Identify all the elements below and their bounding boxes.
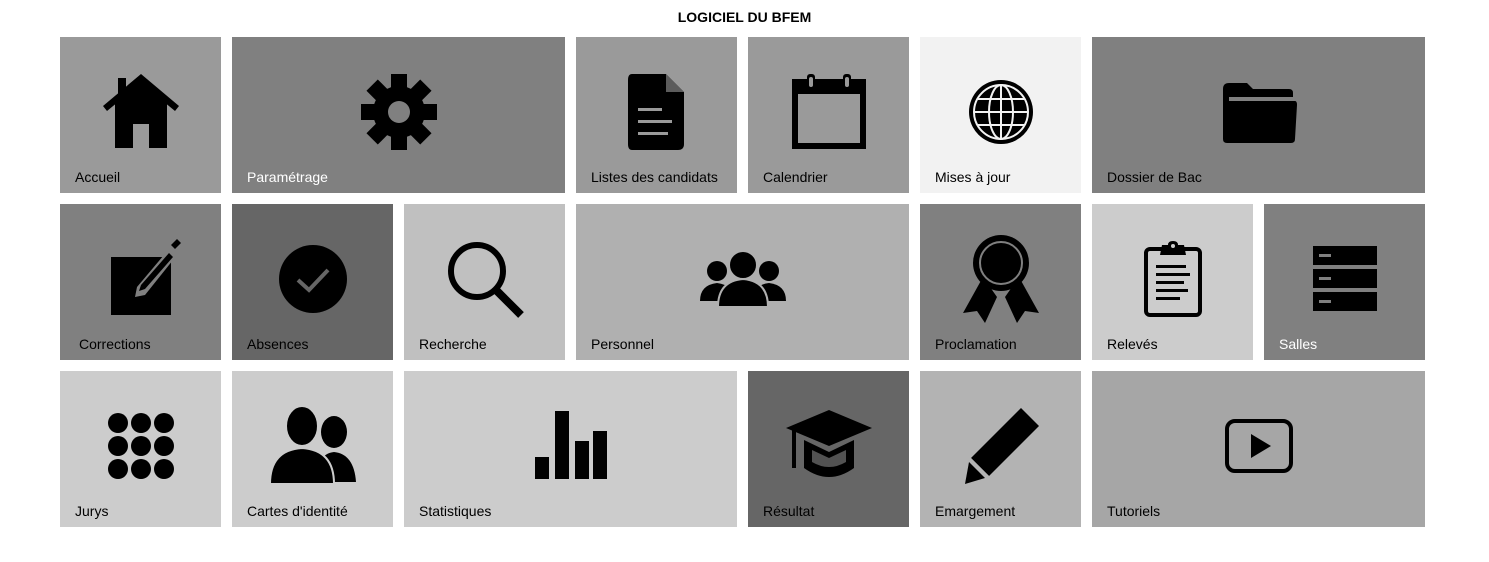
tile-label: Paramétrage <box>247 169 328 185</box>
tile-releves[interactable]: Relevés <box>1092 204 1253 360</box>
server-icon <box>1264 204 1425 354</box>
tile-recherche[interactable]: Recherche <box>404 204 565 360</box>
check-circle-icon <box>232 204 393 354</box>
tile-label: Personnel <box>591 336 655 352</box>
home-icon <box>60 37 221 187</box>
search-icon <box>404 204 565 354</box>
folder-icon <box>1092 37 1425 187</box>
tile-label: Accueil <box>75 169 121 185</box>
tile-accueil[interactable]: Accueil <box>60 37 221 193</box>
tile-label: Cartes d'identité <box>247 503 348 519</box>
tile-label: Proclamation <box>935 336 1017 352</box>
bar-chart-icon <box>404 371 737 521</box>
tile-parametrage[interactable]: Paramétrage <box>232 37 565 193</box>
id-people-icon <box>232 371 393 521</box>
tile-personnel[interactable]: Personnel <box>576 204 909 360</box>
tile-mises-a-jour[interactable]: Mises à jour <box>920 37 1081 193</box>
tile-dossier-de-bac[interactable]: Dossier de Bac <box>1092 37 1425 193</box>
pencil-icon <box>920 371 1081 521</box>
tile-label: Jurys <box>75 503 109 519</box>
tile-label: Recherche <box>419 336 487 352</box>
users-icon <box>576 204 909 354</box>
tile-label: Calendrier <box>763 169 828 185</box>
globe-icon <box>920 37 1081 187</box>
clipboard-icon <box>1092 204 1253 354</box>
award-icon <box>920 204 1081 354</box>
tile-absences[interactable]: Absences <box>232 204 393 360</box>
tile-calendrier[interactable]: Calendrier <box>748 37 909 193</box>
tile-label: Tutoriels <box>1107 503 1161 519</box>
tile-statistiques[interactable]: Statistiques <box>404 371 737 527</box>
tile-resultat[interactable]: Résultat <box>748 371 909 527</box>
dots-grid-icon <box>60 371 221 521</box>
calendar-icon <box>748 37 909 187</box>
tile-label: Absences <box>247 336 309 352</box>
tile-proclamation[interactable]: Proclamation <box>920 204 1081 360</box>
edit-icon <box>60 204 221 354</box>
play-video-icon <box>1092 371 1425 521</box>
tile-label: Résultat <box>763 503 815 519</box>
tile-label: Salles <box>1279 336 1318 352</box>
tile-label: Listes des candidats <box>591 169 718 185</box>
document-icon <box>576 37 737 187</box>
tile-cartes-identite[interactable]: Cartes d'identité <box>232 371 393 527</box>
gear-icon <box>232 37 565 187</box>
tile-emargement[interactable]: Emargement <box>920 371 1081 527</box>
tile-jurys[interactable]: Jurys <box>60 371 221 527</box>
tile-label: Emargement <box>935 503 1016 519</box>
tile-tutoriels[interactable]: Tutoriels <box>1092 371 1425 527</box>
tile-label: Dossier de Bac <box>1107 169 1202 185</box>
tile-salles[interactable]: Salles <box>1264 204 1425 360</box>
page-title: LOGICIEL DU BFEM <box>677 9 812 25</box>
tile-label: Statistiques <box>419 503 492 519</box>
tile-listes-candidats[interactable]: Listes des candidats <box>576 37 737 193</box>
tile-label: Mises à jour <box>935 169 1011 185</box>
tile-label: Corrections <box>79 336 151 352</box>
tile-label: Relevés <box>1107 336 1158 352</box>
graduation-cap-icon <box>748 371 909 521</box>
tile-corrections[interactable]: Corrections <box>60 204 221 360</box>
